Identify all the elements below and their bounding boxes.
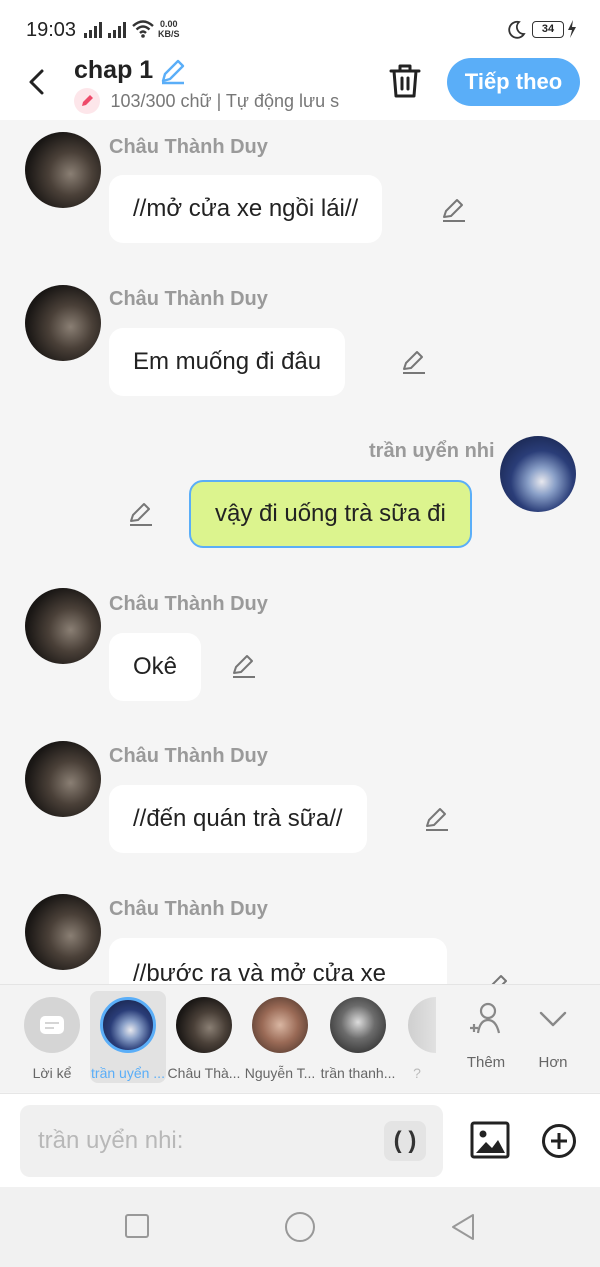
add-icon[interactable] (541, 1123, 577, 1159)
system-nav-bar (0, 1187, 600, 1267)
character-label: Lời kể (32, 1065, 72, 1081)
edit-message-icon[interactable] (423, 805, 451, 833)
edit-message-icon[interactable] (484, 972, 512, 984)
character-tran-thanh[interactable]: trần thanh... (320, 997, 396, 1081)
chapter-title: chap 1 (74, 56, 154, 84)
trash-icon[interactable] (388, 62, 422, 100)
character-label: Châu Thà... (167, 1065, 241, 1081)
character-selector: Lời kể trần uyển ... Châu Thà... Nguyễn … (0, 984, 600, 1092)
charging-icon (568, 20, 576, 38)
editor-header: chap 1 103/300 chữ | Tự động lưu s Tiếp … (0, 54, 600, 120)
character-avatar (408, 997, 436, 1053)
add-user-icon (470, 1002, 501, 1034)
back-nav-icon[interactable] (450, 1213, 476, 1241)
status-time: 19:03 (26, 19, 77, 41)
back-icon[interactable] (22, 64, 52, 100)
add-label: Thêm (466, 1054, 506, 1071)
composer-bar: ( ) (0, 1093, 600, 1187)
edit-message-icon[interactable] (400, 348, 428, 376)
character-avatar (330, 997, 386, 1053)
action-text-button[interactable]: ( ) (384, 1121, 426, 1161)
word-count-row: 103/300 chữ | Tự động lưu s (74, 88, 364, 114)
sender-name: Châu Thành Duy (109, 898, 268, 920)
character-label: ? (413, 1065, 421, 1081)
message-bubble[interactable]: Okê (109, 633, 202, 701)
character-tran-uyen-nhi[interactable]: trần uyển ... (90, 991, 166, 1083)
status-bar: 19:03 0.00 KB/S 34 (0, 0, 600, 54)
net-speed-unit: KB/S (158, 29, 180, 39)
message-input-box[interactable]: ( ) (20, 1105, 443, 1177)
avatar[interactable] (25, 894, 101, 970)
character-partial[interactable]: ? (398, 997, 436, 1081)
edit-message-icon[interactable] (230, 652, 258, 680)
narrator-icon (24, 997, 80, 1053)
network-speed: 0.00 KB/S (158, 19, 180, 39)
avatar[interactable] (500, 436, 576, 512)
signal-icon (84, 22, 102, 38)
add-character-button[interactable]: Thêm (456, 999, 516, 1071)
message-bubble[interactable]: vậy đi uống trà sữa đi (189, 480, 472, 548)
home-icon[interactable] (284, 1211, 316, 1243)
character-chau-thanh-duy[interactable]: Châu Thà... (166, 997, 242, 1081)
image-icon[interactable] (470, 1121, 510, 1159)
message-input[interactable] (38, 1105, 378, 1177)
moon-icon (508, 20, 526, 39)
chevron-down-icon (539, 1011, 567, 1027)
more-label: Hơn (538, 1054, 568, 1071)
sender-name: Châu Thành Duy (109, 288, 268, 310)
edit-message-icon[interactable] (440, 196, 468, 224)
character-narrator[interactable]: Lời kể (14, 997, 90, 1081)
avatar[interactable] (25, 588, 101, 664)
sender-name: trần uyển nhi (369, 440, 495, 462)
character-nguyen[interactable]: Nguyễn T... (242, 997, 318, 1081)
more-button[interactable]: Hơn (523, 999, 583, 1071)
character-label: trần uyển ... (91, 1065, 165, 1081)
battery-indicator: 34 (532, 21, 564, 38)
character-label: trần thanh... (320, 1065, 396, 1081)
message-bubble[interactable]: //bước ra và mở cửa xe (109, 938, 447, 984)
avatar[interactable] (25, 741, 101, 817)
sender-name: Châu Thành Duy (109, 593, 268, 615)
edit-message-icon[interactable] (127, 500, 155, 528)
character-avatar (252, 997, 308, 1053)
recent-apps-icon[interactable] (124, 1213, 150, 1239)
sender-name: Châu Thành Duy (109, 136, 268, 158)
next-button[interactable]: Tiếp theo (447, 58, 580, 106)
net-speed-value: 0.00 (159, 19, 178, 29)
character-avatar (100, 997, 156, 1053)
character-avatar (176, 997, 232, 1053)
avatar[interactable] (25, 132, 101, 208)
character-label: Nguyễn T... (244, 1065, 316, 1081)
message-bubble[interactable]: //đến quán trà sữa// (109, 785, 367, 853)
message-bubble[interactable]: Em muống đi đâu (109, 328, 346, 396)
pencil-badge-icon (74, 88, 100, 114)
avatar[interactable] (25, 285, 101, 361)
chat-area[interactable]: Châu Thành Duy //mở cửa xe ngồi lái// Ch… (0, 120, 600, 984)
edit-title-icon[interactable] (158, 56, 188, 86)
message-bubble[interactable]: //mở cửa xe ngồi lái// (109, 175, 383, 243)
word-count-text: 103/300 chữ | Tự động lưu s (110, 90, 340, 111)
signal-icon-2 (108, 22, 126, 38)
sender-name: Châu Thành Duy (109, 745, 268, 767)
wifi-icon (132, 20, 154, 38)
